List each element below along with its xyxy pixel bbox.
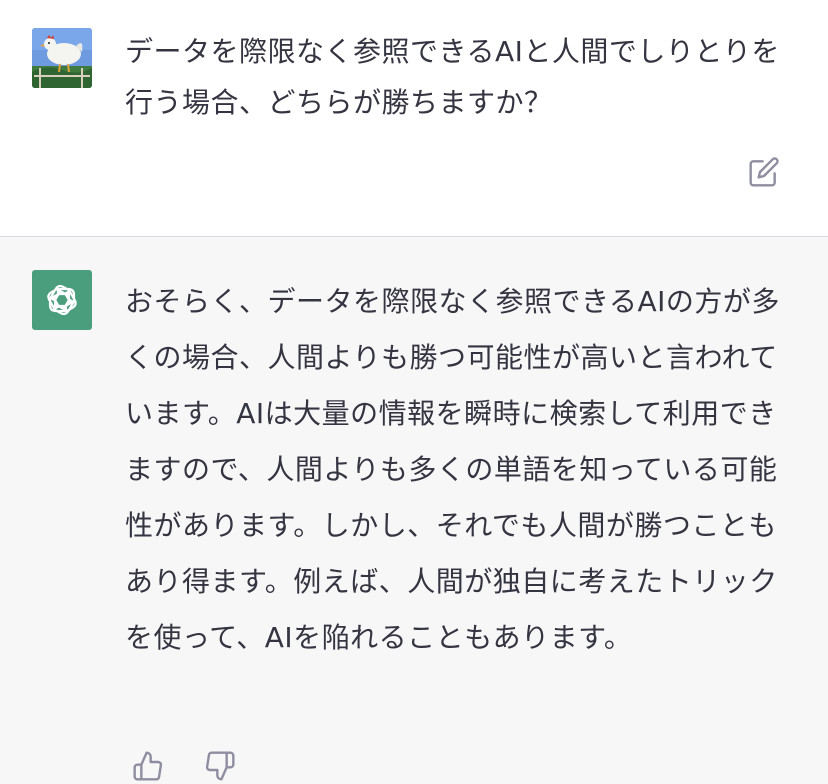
thumbs-down-button[interactable] [202,748,238,784]
assistant-avatar [32,270,92,330]
assistant-message-text: おそらく、データを際限なく参照できるAIの方が多くの場合、人間よりも勝つ可能性が… [125,285,780,654]
user-message-block: データを際限なく参照できるAIと人間でしりとりを行う場合、どちらが勝ちますか？ [0,0,828,237]
user-message-text: データを際限なく参照できるAIと人間でしりとりを行う場合、どちらが勝ちますか？ [125,35,780,119]
user-avatar [32,28,92,88]
edit-button[interactable] [744,152,784,192]
assistant-message-block: おそらく、データを際限なく参照できるAIの方が多くの場合、人間よりも勝つ可能性が… [0,237,828,784]
thumbs-up-button[interactable] [130,748,166,784]
thumbs-up-icon [133,751,163,781]
thumbs-down-icon [205,751,235,781]
edit-icon [749,157,779,187]
openai-logo-icon [47,284,77,316]
chicken-avatar-icon [32,28,92,88]
